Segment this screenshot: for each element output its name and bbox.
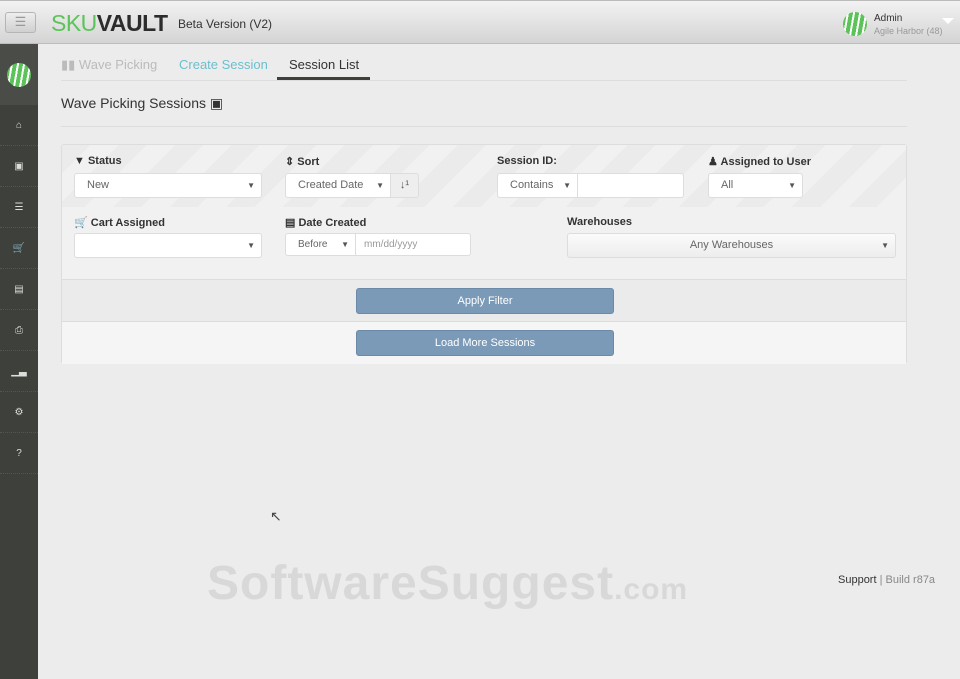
divider bbox=[61, 126, 907, 127]
sort-numeric-asc-icon: ↓¹ bbox=[400, 179, 409, 191]
cart-icon: 🛒 bbox=[74, 217, 91, 229]
assigned-value: All bbox=[721, 179, 733, 191]
print-icon[interactable]: ⎙ bbox=[0, 310, 38, 351]
cart-icon[interactable]: 🛒 bbox=[0, 228, 38, 269]
user-icon: ♟ bbox=[708, 156, 721, 168]
warehouses-value: Any Warehouses bbox=[690, 239, 773, 251]
date-created-label: ▤ Date Created bbox=[285, 216, 366, 229]
help-icon[interactable]: ? bbox=[0, 433, 38, 474]
footer-separator: | bbox=[880, 574, 883, 586]
tabs: ▮▮ Wave Picking Create Session Session L… bbox=[61, 44, 907, 81]
caret-down-icon: ▼ bbox=[341, 234, 349, 255]
status-value: New bbox=[87, 179, 109, 191]
caret-down-icon: ▼ bbox=[881, 234, 889, 257]
watermark-main: SoftwareSuggest bbox=[207, 557, 614, 610]
cart-label: 🛒 Cart Assigned bbox=[74, 216, 165, 229]
footer: Support | Build r87a bbox=[838, 574, 935, 586]
filter-row-2: 🛒 Cart Assigned ▼ ▤ Date Created Before ▼… bbox=[62, 207, 906, 279]
sort-value: Created Date bbox=[298, 179, 363, 191]
load-more-row: Load More Sessions bbox=[62, 322, 906, 364]
date-mode-select[interactable]: Before ▼ bbox=[285, 233, 356, 256]
filter-icon: ▼ bbox=[74, 155, 88, 167]
status-label-text: Status bbox=[88, 155, 122, 167]
apply-row: Apply Filter bbox=[62, 279, 906, 322]
date-label-text: Date Created bbox=[298, 217, 366, 229]
support-link[interactable]: Support bbox=[838, 574, 877, 586]
tab-wave-picking[interactable]: ▮▮ Wave Picking bbox=[61, 57, 157, 73]
apply-filter-button[interactable]: Apply Filter bbox=[356, 288, 614, 314]
status-label: ▼ Status bbox=[74, 155, 122, 167]
watermark: SoftwareSuggest.com bbox=[207, 556, 688, 611]
page-title: Wave Picking Sessions ▣ bbox=[61, 95, 223, 112]
load-more-sessions-button[interactable]: Load More Sessions bbox=[356, 330, 614, 356]
assigned-user-select[interactable]: All ▼ bbox=[708, 173, 803, 198]
mouse-cursor-icon: ↖ bbox=[270, 508, 282, 525]
skuvault-logo[interactable]: SKUVAULT bbox=[51, 10, 168, 37]
top-header: ☰ SKUVAULT Beta Version (V2) Admin Agile… bbox=[0, 0, 960, 44]
caret-down-icon: ▼ bbox=[563, 174, 571, 197]
briefcase-icon[interactable]: ▣ bbox=[0, 146, 38, 187]
tab-create-session[interactable]: Create Session bbox=[179, 57, 268, 72]
build-label: Build r87a bbox=[886, 574, 936, 586]
user-name: Admin bbox=[874, 13, 902, 24]
caret-down-icon bbox=[942, 18, 954, 24]
caret-down-icon: ▼ bbox=[247, 174, 255, 197]
cart-select[interactable]: ▼ bbox=[74, 233, 262, 258]
sort-select[interactable]: Created Date ▼ bbox=[285, 173, 391, 198]
main-content: ▮▮ Wave Picking Create Session Session L… bbox=[61, 44, 907, 81]
document-icon[interactable]: ▤ bbox=[0, 269, 38, 310]
warehouses-select[interactable]: Any Warehouses ▼ bbox=[567, 233, 896, 258]
chart-icon[interactable]: ▁▃ bbox=[0, 351, 38, 392]
inbox-icon: ▣ bbox=[210, 95, 223, 111]
sort-label-text: Sort bbox=[297, 156, 319, 168]
user-org: Agile Harbor (48) bbox=[874, 26, 943, 36]
cart-label-text: Cart Assigned bbox=[91, 217, 165, 229]
calendar-icon: ▤ bbox=[285, 217, 298, 229]
session-id-mode-select[interactable]: Contains ▼ bbox=[497, 173, 578, 198]
sidebar-logo[interactable] bbox=[0, 44, 38, 105]
home-icon[interactable]: ⌂ bbox=[0, 105, 38, 146]
assigned-user-label: ♟ Assigned to User bbox=[708, 155, 811, 168]
filter-panel: ▼ Status New ▼ ⇕ Sort Created Date ▼ ↓¹ Se… bbox=[61, 144, 907, 364]
caret-down-icon: ▼ bbox=[247, 234, 255, 257]
caret-down-icon: ▼ bbox=[788, 174, 796, 197]
menu-toggle-button[interactable]: ☰ bbox=[5, 12, 36, 33]
user-avatar bbox=[843, 12, 867, 36]
page-title-text: Wave Picking Sessions bbox=[61, 95, 206, 111]
watermark-suffix: .com bbox=[614, 573, 688, 606]
logo-sku: SKU bbox=[51, 10, 97, 36]
list-icon[interactable]: ☰ bbox=[0, 187, 38, 228]
date-mode-value: Before bbox=[298, 239, 327, 250]
logo-icon bbox=[7, 63, 31, 87]
sort-icon: ⇕ bbox=[285, 156, 297, 168]
sort-direction-button[interactable]: ↓¹ bbox=[390, 173, 419, 198]
warehouses-label: Warehouses bbox=[567, 216, 632, 228]
version-label: Beta Version (V2) bbox=[178, 17, 272, 31]
sidebar: ⌂ ▣ ☰ 🛒 ▤ ⎙ ▁▃ ⚙ ? bbox=[0, 44, 38, 679]
sort-label: ⇕ Sort bbox=[285, 155, 319, 168]
caret-down-icon: ▼ bbox=[376, 174, 384, 197]
session-id-mode-value: Contains bbox=[510, 179, 553, 191]
session-id-label: Session ID: bbox=[497, 155, 557, 167]
assigned-label-text: Assigned to User bbox=[721, 156, 811, 168]
tab-label: Wave Picking bbox=[79, 57, 157, 72]
session-id-input[interactable] bbox=[577, 173, 684, 198]
status-select[interactable]: New ▼ bbox=[74, 173, 262, 198]
logo-vault: VAULT bbox=[97, 10, 168, 36]
tab-session-list[interactable]: Session List bbox=[289, 57, 359, 72]
filter-row-1: ▼ Status New ▼ ⇕ Sort Created Date ▼ ↓¹ Se… bbox=[62, 145, 906, 207]
cogs-icon[interactable]: ⚙ bbox=[0, 392, 38, 433]
active-tab-indicator bbox=[277, 77, 370, 80]
date-input[interactable]: mm/dd/yyyy bbox=[355, 233, 471, 256]
barcode-icon: ▮▮ bbox=[61, 57, 79, 72]
